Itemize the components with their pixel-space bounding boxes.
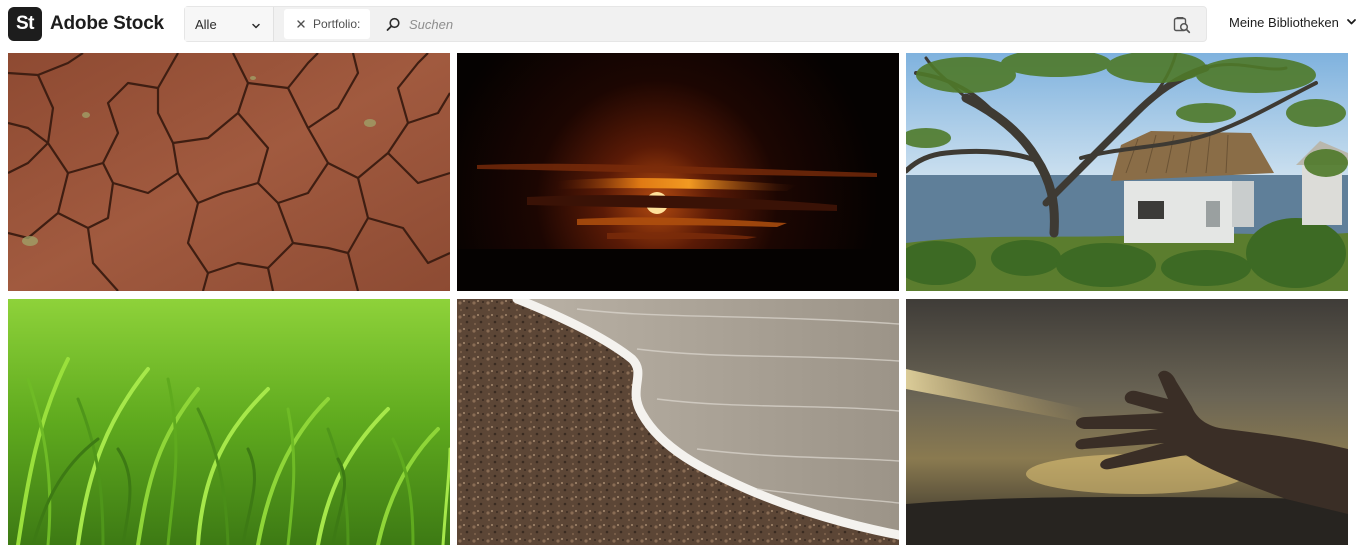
beach-wave-image bbox=[457, 299, 899, 545]
hand-in-sunlight-image bbox=[906, 299, 1348, 545]
logo-badge: St bbox=[8, 7, 42, 41]
close-icon[interactable] bbox=[294, 17, 308, 31]
image-tile-cracked-earth[interactable] bbox=[8, 53, 450, 291]
green-grass-image bbox=[8, 299, 450, 545]
search-icon bbox=[386, 17, 401, 37]
asset-type-select[interactable]: Alle bbox=[185, 7, 274, 41]
search-input[interactable] bbox=[409, 12, 1149, 36]
chevron-down-icon bbox=[251, 19, 261, 34]
image-tile-green-grass[interactable] bbox=[8, 299, 450, 545]
asset-type-value: Alle bbox=[195, 16, 217, 32]
my-libraries-label: Meine Bibliotheken bbox=[1229, 15, 1339, 30]
cracked-earth-image bbox=[8, 53, 450, 291]
image-tile-beach-wave[interactable] bbox=[457, 299, 899, 545]
logo-text: Adobe Stock bbox=[50, 13, 164, 34]
sunset-image bbox=[457, 53, 899, 291]
image-tile-sunset[interactable] bbox=[457, 53, 899, 291]
tree-and-house-image bbox=[906, 53, 1348, 291]
top-bar: St Adobe Stock Alle Portfolio: Suchen Me… bbox=[0, 0, 1357, 48]
image-tile-hand-sunlight[interactable] bbox=[906, 299, 1348, 545]
search-bar: Alle Portfolio: bbox=[184, 6, 1207, 42]
chevron-down-icon bbox=[1346, 15, 1357, 30]
visual-search-icon[interactable] bbox=[1173, 16, 1191, 39]
my-libraries-menu[interactable]: Meine Bibliotheken bbox=[1229, 15, 1357, 30]
image-tile-tree-house[interactable] bbox=[906, 53, 1348, 291]
image-grid bbox=[0, 53, 1357, 550]
portfolio-filter-label: Portfolio: bbox=[313, 17, 361, 31]
adobe-stock-logo[interactable]: St Adobe Stock bbox=[8, 7, 164, 41]
portfolio-filter-chip: Portfolio: bbox=[284, 9, 370, 39]
